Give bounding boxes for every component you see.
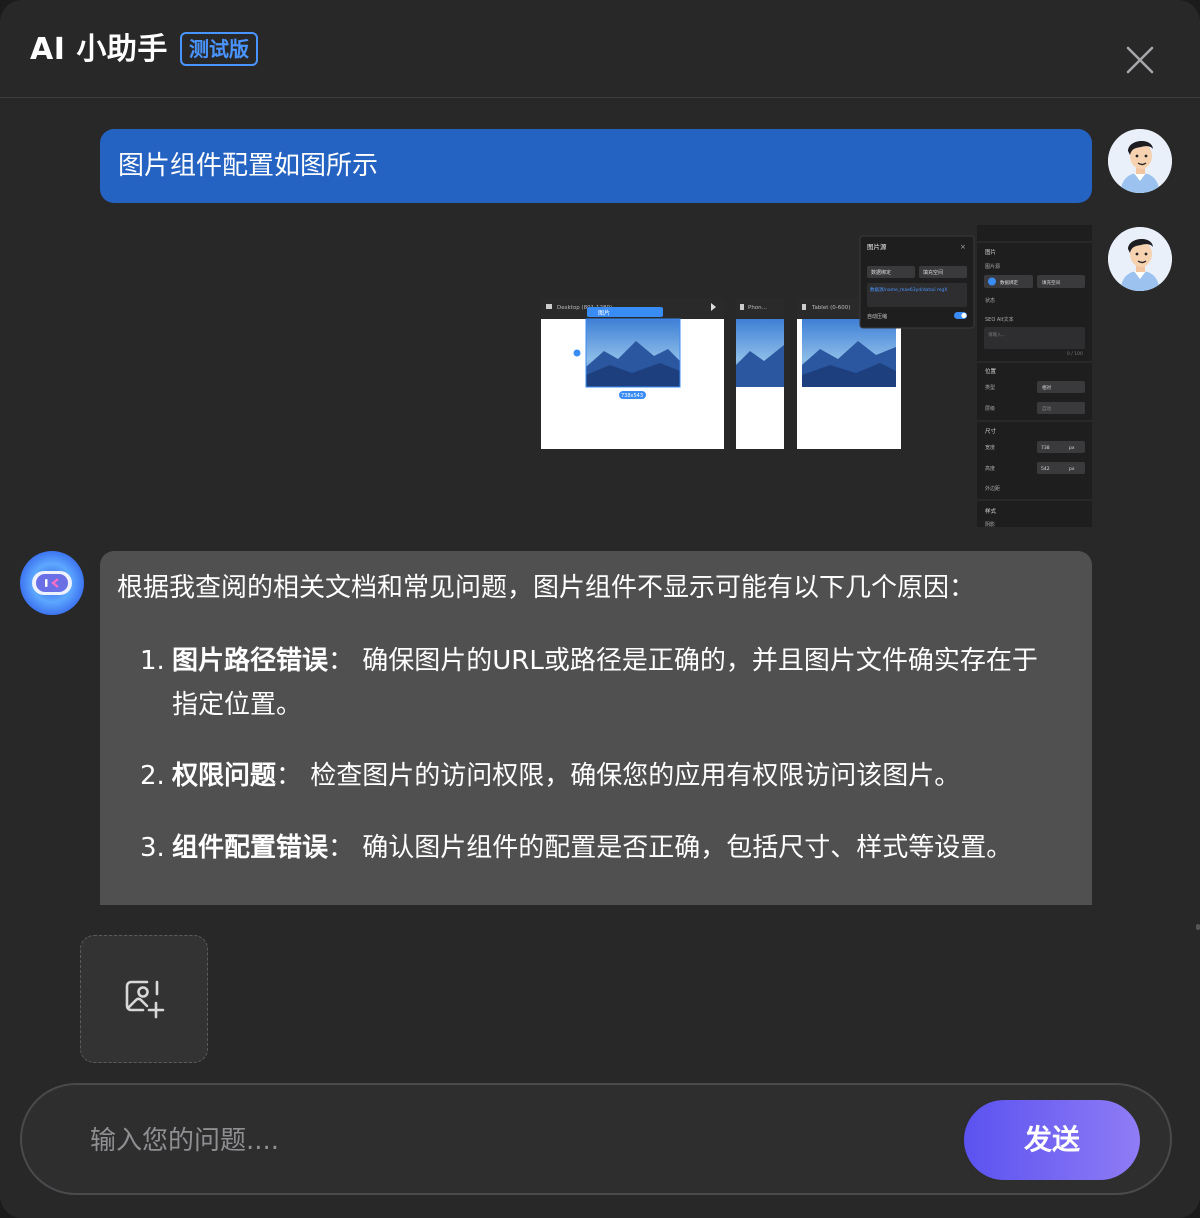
- user-avatar-icon: [1108, 227, 1172, 291]
- toolbar-label: 图片: [598, 309, 610, 317]
- reason-text: 确认图片组件的配置是否正确，包括尺寸、样式等设置。: [362, 833, 1013, 863]
- prop-binding: 数据绑定: [1000, 279, 1018, 286]
- reason-title: 组件配置错误: [172, 833, 329, 863]
- panel-title: AI 小助手: [30, 32, 168, 67]
- prop-height-unit: px: [1069, 467, 1075, 472]
- prop-layer: 层级: [985, 405, 995, 412]
- prop-position: 位置: [985, 367, 997, 375]
- user-avatar: [1108, 129, 1172, 193]
- prop-margin: 外边距: [985, 485, 1000, 492]
- attached-screenshot[interactable]: Desktop (801-1280) 图片 738x543 Phon... Ta…: [540, 225, 1092, 528]
- prop-fill: 填充空间: [1042, 279, 1060, 286]
- reason-number: 1.: [140, 646, 165, 676]
- scrollbar-indicator[interactable]: [1196, 924, 1200, 930]
- prop-width-unit: px: [1069, 446, 1075, 451]
- prop-layer-value: 自动: [1042, 405, 1051, 412]
- assistant-avatar: [20, 551, 84, 615]
- send-button[interactable]: 发送: [964, 1100, 1140, 1180]
- image-add-icon: [125, 980, 165, 1019]
- question-input[interactable]: [90, 1115, 950, 1167]
- screenshot-image: Desktop (801-1280) 图片 738x543 Phon... Ta…: [541, 225, 1092, 528]
- reason-item: 1. 图片路径错误： 确保图片的URL或路径是正确的，并且图片文件确实存在于指定…: [140, 639, 1060, 727]
- popup-path: 数据源/name_mae63yd/data/i mgX: [870, 286, 947, 293]
- popup-auto: 自动压缩: [867, 313, 887, 320]
- reason-separator: ：: [328, 833, 363, 863]
- tab-phone: Phon...: [748, 305, 767, 311]
- prop-size: 尺寸: [985, 427, 997, 435]
- reason-title: 图片路径错误: [172, 646, 329, 676]
- close-icon: [1126, 46, 1154, 74]
- user-avatar-icon: [1108, 129, 1172, 193]
- size-label: 738x543: [621, 393, 643, 399]
- prop-alt-count: 0 / 100: [1067, 351, 1083, 357]
- user-message-bubble: 图片组件配置如图所示: [100, 129, 1092, 203]
- reason-text: 检查图片的访问权限，确保您的应用有权限访问该图片。: [310, 761, 961, 791]
- popup-fill: 填充空间: [923, 269, 943, 276]
- prop-image: 图片: [985, 248, 996, 256]
- reason-separator: ：: [328, 646, 363, 676]
- user-avatar: [1108, 227, 1172, 291]
- reason-item: 2. 权限问题： 检查图片的访问权限，确保您的应用有权限访问该图片。: [140, 754, 1060, 798]
- reason-item: 3. 组件配置错误： 确认图片组件的配置是否正确，包括尺寸、样式等设置。: [140, 826, 1060, 870]
- popup-title: 图片源: [867, 242, 887, 251]
- upload-image-button[interactable]: [80, 935, 208, 1063]
- prop-width-value: 738: [1041, 445, 1050, 451]
- composer-bar: 发送: [20, 1083, 1172, 1195]
- close-button[interactable]: [1124, 44, 1156, 76]
- reason-separator: ：: [276, 761, 311, 791]
- prop-shadow: 阴影: [985, 521, 995, 527]
- prop-width: 宽度: [985, 444, 995, 451]
- prop-height-value: 542: [1041, 466, 1050, 472]
- reason-title: 权限问题: [172, 761, 277, 791]
- prop-seo: SEO Alt文本: [985, 316, 1014, 323]
- prop-state: 状态: [985, 297, 995, 304]
- svg-text:×: ×: [960, 243, 966, 251]
- panel-header: AI 小助手 测试版: [0, 0, 1200, 98]
- ai-assistant-panel: AI 小助手 测试版 图片组件配置如图所示 Desktop (801-1280)…: [0, 0, 1200, 1218]
- reason-number: 3.: [140, 833, 165, 863]
- prop-height: 高度: [985, 465, 995, 472]
- assistant-message-bubble: 根据我查阅的相关文档和常见问题，图片组件不显示可能有以下几个原因： 1. 图片路…: [100, 551, 1092, 905]
- prop-type-value: 相对: [1042, 384, 1051, 391]
- beta-badge: 测试版: [180, 32, 258, 66]
- tab-tablet: Tablet (0-600): [811, 305, 850, 311]
- prop-style: 样式: [985, 507, 997, 515]
- prop-alt-placeholder: 请输入...: [988, 331, 1006, 338]
- prop-image-source: 图片源: [985, 263, 1000, 270]
- reason-number: 2.: [140, 761, 165, 791]
- assistant-intro-text: 根据我查阅的相关文档和常见问题，图片组件不显示可能有以下几个原因：: [117, 573, 976, 603]
- popup-binding: 数据绑定: [871, 269, 891, 276]
- assistant-avatar-icon: [20, 551, 84, 615]
- prop-type: 类型: [985, 384, 995, 391]
